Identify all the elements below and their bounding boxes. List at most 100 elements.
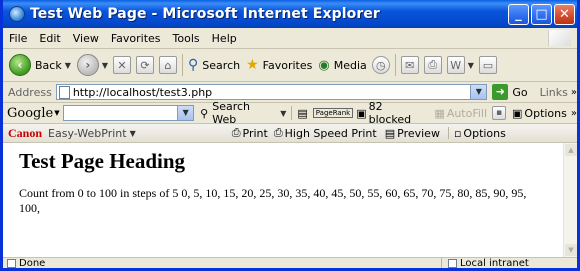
search-icon: ⚲ <box>188 57 199 73</box>
menu-tools[interactable]: Tools <box>167 32 206 45</box>
media-button[interactable]: ◉ Media <box>318 58 366 73</box>
print-icon[interactable]: ⎙ <box>423 56 442 74</box>
menu-file[interactable]: File <box>3 32 33 45</box>
status-done: Done <box>7 258 45 268</box>
canon-options-icon: ▫ <box>453 126 462 140</box>
history-icon[interactable]: ◷ <box>371 56 390 74</box>
google-toolbar: Google ▼ ▼ ⚲ Search Web ▼ ▤ PageRank ▣ 8… <box>3 100 577 126</box>
autofill-button[interactable]: ▦ AutoFill <box>434 107 487 120</box>
blocked-count: 82 blocked <box>368 100 412 126</box>
high-speed-print-button[interactable]: ⎙ High Speed Print <box>274 126 377 140</box>
title-bar[interactable]: Test Web Page - Microsoft Internet Explo… <box>3 0 577 28</box>
menu-help[interactable]: Help <box>206 32 243 45</box>
highlight-icon[interactable]: ▪ <box>492 106 507 120</box>
autofill-label: AutoFill <box>446 106 488 120</box>
page-text: Count from 0 to 100 in steps of 5 0, 5, … <box>19 186 527 215</box>
window-title: Test Web Page - Microsoft Internet Explo… <box>30 6 380 22</box>
google-separator <box>291 106 293 120</box>
scroll-down-icon[interactable]: ▼ <box>565 244 577 256</box>
close-button[interactable]: ✕ <box>554 4 575 25</box>
menu-edit[interactable]: Edit <box>33 32 66 45</box>
google-search-dropdown-icon[interactable]: ▼ <box>177 106 194 120</box>
google-logo-dropdown-icon[interactable]: ▼ <box>54 109 59 117</box>
canon-preview-button[interactable]: ▤ Preview <box>385 127 440 140</box>
menu-view[interactable]: View <box>67 32 105 45</box>
page-content: Test Page Heading Count from 0 to 100 in… <box>3 143 563 257</box>
canon-print-label: Print <box>242 126 268 140</box>
search-web-button[interactable]: ⚲ Search Web ▼ <box>200 100 286 126</box>
windows-flag-icon <box>548 30 571 46</box>
scroll-up-icon[interactable]: ▲ <box>565 144 577 156</box>
google-options-label: Options <box>524 106 567 120</box>
autofill-icon: ▦ <box>434 106 445 120</box>
canon-logo: Canon <box>8 125 43 140</box>
chevron-right-icon[interactable]: » <box>571 108 577 119</box>
page-icon <box>58 85 70 99</box>
status-bar: Done Local intranet <box>3 257 577 269</box>
favorites-button[interactable]: ★ Favorites <box>246 57 312 73</box>
easy-webprint-menu[interactable]: Easy-WebPrint <box>48 127 127 140</box>
refresh-icon[interactable]: ⟳ <box>136 56 155 74</box>
go-label: Go <box>512 85 528 99</box>
minimize-button[interactable]: _ <box>508 4 529 25</box>
menu-favorites[interactable]: Favorites <box>105 32 167 45</box>
chevron-right-icon[interactable]: » <box>571 87 577 98</box>
back-dropdown-icon[interactable]: ▼ <box>65 61 71 70</box>
go-button[interactable]: ➜ Go <box>492 84 528 100</box>
search-web-dropdown-icon[interactable]: ▼ <box>280 109 286 118</box>
edit-word-icon[interactable]: W <box>446 56 465 74</box>
maximize-button[interactable]: □ <box>531 4 552 25</box>
search-web-label: Search Web <box>212 100 251 126</box>
intranet-icon <box>448 259 457 268</box>
canon-print-button[interactable]: ⎙ Print <box>232 126 268 140</box>
security-zone[interactable]: Local intranet <box>441 258 529 269</box>
vertical-scrollbar[interactable]: ▲ ▼ <box>563 143 577 257</box>
address-url: http://localhost/test3.php <box>72 85 213 99</box>
back-button[interactable]: ‹ Back ▼ <box>9 54 71 76</box>
address-bar: Address http://localhost/test3.php ▼ ➜ G… <box>3 82 577 103</box>
zone-label: Local intranet <box>460 258 529 269</box>
canon-toolbar: Canon Easy-WebPrint ▼ ⎙ Print ⎙ High Spe… <box>3 124 577 143</box>
pagerank-indicator[interactable]: PageRank <box>312 108 354 118</box>
forward-dropdown-icon[interactable]: ▼ <box>102 61 108 70</box>
easy-webprint-dropdown-icon[interactable]: ▼ <box>130 129 136 138</box>
canon-options-button[interactable]: ▫ Options <box>454 127 506 140</box>
standard-toolbar: ‹ Back ▼ › ▼ ✕ ⟳ ⌂ ⚲ Search ★ Favorites … <box>3 49 577 82</box>
google-options-button[interactable]: ▣ Options <box>512 107 567 120</box>
popup-blocker[interactable]: ▣ 82 blocked <box>356 100 428 126</box>
address-input[interactable]: http://localhost/test3.php ▼ <box>55 84 488 100</box>
popup-blocked-icon: ▣ <box>356 106 367 120</box>
discuss-icon[interactable]: ▭ <box>478 56 497 74</box>
canon-separator <box>447 127 449 139</box>
options-icon: ▣ <box>512 106 523 120</box>
menu-bar: File Edit View Favorites Tools Help <box>3 28 577 49</box>
canon-options-label: Options <box>463 126 506 140</box>
back-arrow-icon: ‹ <box>9 54 31 76</box>
address-label: Address <box>8 85 52 99</box>
home-icon[interactable]: ⌂ <box>159 56 178 74</box>
search-button[interactable]: ⚲ Search <box>188 57 240 73</box>
google-logo[interactable]: Google <box>7 106 53 121</box>
page-done-icon <box>7 259 16 268</box>
edit-dropdown-icon[interactable]: ▼ <box>468 61 474 70</box>
back-label: Back <box>35 58 62 72</box>
toolbar-separator <box>182 54 184 76</box>
media-icon: ◉ <box>318 57 330 73</box>
high-speed-printer-icon: ⎙ <box>273 126 283 139</box>
media-label: Media <box>333 58 367 72</box>
page-heading: Test Page Heading <box>19 149 186 173</box>
printer-icon: ⎙ <box>231 126 241 139</box>
ie-logo-icon <box>9 6 25 22</box>
toolbar-separator <box>394 54 396 76</box>
browser-window: Test Web Page - Microsoft Internet Explo… <box>0 0 580 271</box>
links-toolbar[interactable]: Links <box>540 86 568 99</box>
google-search-input[interactable]: ▼ <box>62 105 195 121</box>
stop-icon[interactable]: ✕ <box>113 56 132 74</box>
news-icon[interactable]: ▤ <box>297 107 307 120</box>
go-arrow-icon: ➜ <box>492 84 509 100</box>
forward-button[interactable]: › ▼ <box>76 54 108 76</box>
address-dropdown-icon[interactable]: ▼ <box>470 85 487 99</box>
canon-preview-label: Preview <box>397 126 440 140</box>
favorites-star-icon: ★ <box>246 57 259 73</box>
mail-icon[interactable]: ✉ <box>400 56 419 74</box>
